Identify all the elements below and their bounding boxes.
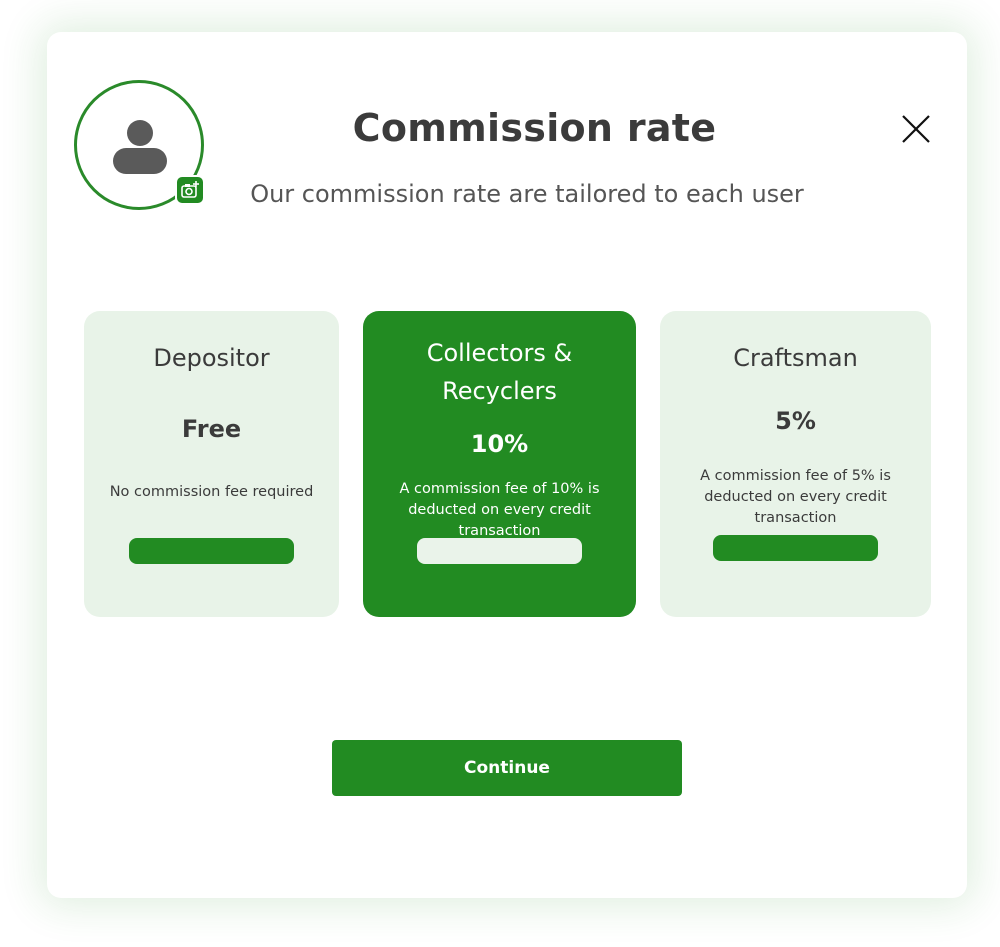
camera-plus-icon[interactable] xyxy=(175,175,205,205)
plan-card-depositor[interactable]: Depositor Free No commission fee require… xyxy=(84,311,339,617)
plan-card-craftsman[interactable]: Craftsman 5% A commission fee of 5% is d… xyxy=(660,311,931,617)
plan-description: A commission fee of 5% is deducted on ev… xyxy=(700,468,891,526)
plan-name: Craftsman xyxy=(733,344,858,372)
modal-title: Commission rate xyxy=(352,106,717,150)
close-icon[interactable] xyxy=(899,112,933,146)
plan-description: A commission fee of 10% is deducted on e… xyxy=(399,481,600,539)
plan-price: Free xyxy=(181,415,242,443)
plan-select-button[interactable] xyxy=(129,538,294,564)
commission-rate-modal: Commission rate Our commission rate are … xyxy=(47,32,967,898)
plan-select-button[interactable] xyxy=(713,535,878,561)
continue-button[interactable]: Continue xyxy=(332,740,682,796)
plan-description: No commission fee required xyxy=(109,484,314,500)
profile-avatar[interactable] xyxy=(74,80,205,210)
plan-name: Collectors & Recyclers xyxy=(426,339,573,405)
plan-price: 5% xyxy=(775,407,816,435)
plan-select-button[interactable] xyxy=(417,538,582,564)
plan-card-collectors-recyclers[interactable]: Collectors & Recyclers 10% A commission … xyxy=(363,311,636,617)
modal-subtitle: Our commission rate are tailored to each… xyxy=(250,180,804,208)
plan-price: 10% xyxy=(470,430,529,458)
user-avatar-icon xyxy=(113,120,167,174)
plan-name: Depositor xyxy=(153,344,270,372)
